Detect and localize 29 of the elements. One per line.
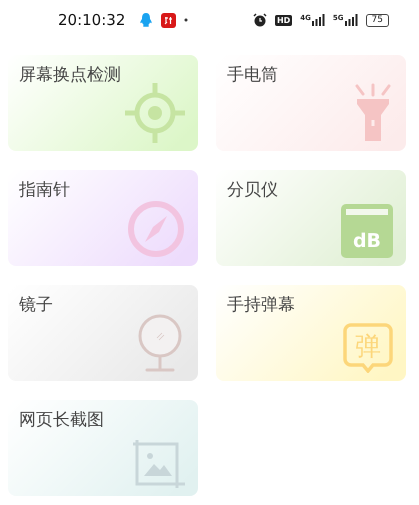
compass-icon	[127, 200, 185, 258]
app-icon	[161, 12, 176, 28]
tool-card[interactable]: 镜子	[8, 285, 198, 381]
tool-card[interactable]: 网页长截图	[8, 400, 198, 496]
tool-title: 屏幕换点检测	[19, 64, 121, 86]
status-time: 20:10:32	[58, 11, 126, 29]
flashlight-icon	[353, 83, 393, 143]
tool-card[interactable]: 分贝仪 dB	[216, 170, 406, 266]
penguin-icon	[139, 12, 154, 28]
tool-card[interactable]: 手持弹幕 弹	[216, 285, 406, 381]
signal-icon	[312, 14, 325, 26]
decibel-icon: dB	[341, 204, 393, 258]
tool-title: 网页长截图	[19, 409, 104, 431]
battery-indicator: 75	[366, 14, 389, 26]
danmaku-icon: 弹	[343, 323, 393, 373]
tool-card[interactable]: 手电筒	[216, 55, 406, 151]
tool-title: 手持弹幕	[227, 294, 295, 316]
image-crop-icon	[133, 440, 185, 488]
hd-badge: HD	[274, 14, 292, 26]
alarm-icon	[252, 13, 267, 27]
tool-title: 分贝仪	[227, 179, 278, 201]
tool-card[interactable]: 指南针	[8, 170, 198, 266]
tool-card[interactable]: 屏幕换点检测	[8, 55, 198, 151]
tool-title: 镜子	[19, 294, 53, 316]
tool-title: 指南针	[19, 179, 70, 201]
signal-icon	[344, 14, 358, 26]
tool-title: 手电筒	[227, 64, 278, 86]
crosshair-icon	[125, 83, 185, 143]
dot-icon	[184, 18, 188, 22]
